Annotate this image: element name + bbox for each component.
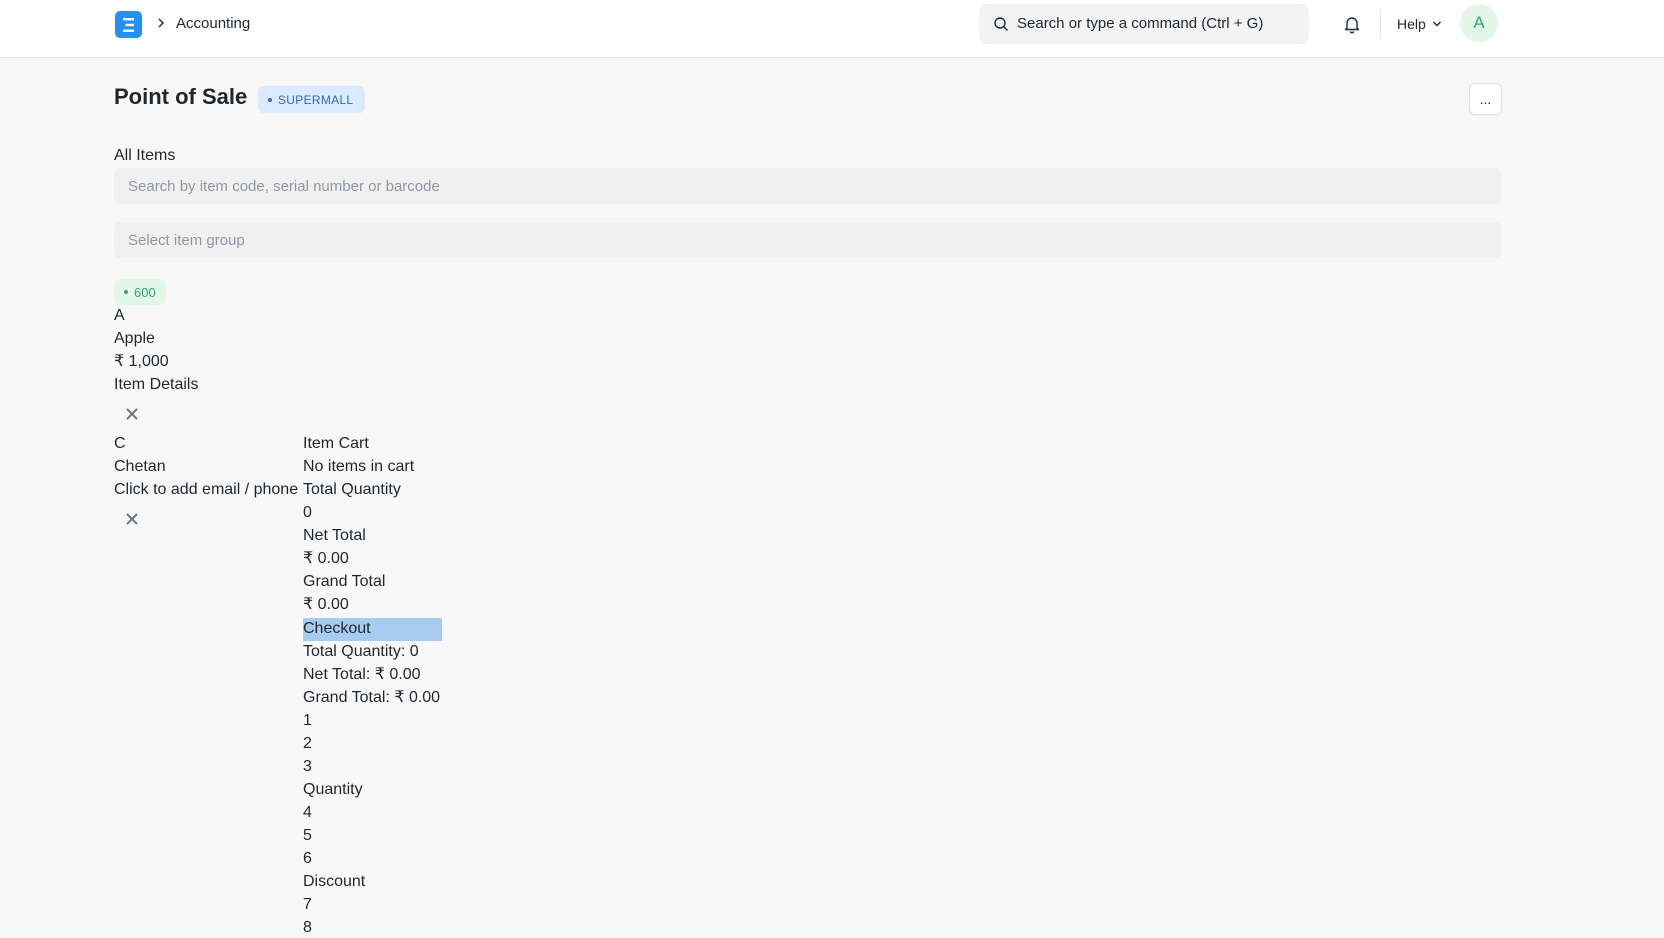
total-quantity-value: 0 bbox=[303, 504, 312, 521]
grand-total-value: ₹ 0.00 bbox=[303, 596, 349, 613]
close-icon[interactable] bbox=[124, 406, 140, 422]
remove-customer-icon[interactable] bbox=[124, 511, 140, 527]
numpad-key-7[interactable]: 7 bbox=[303, 895, 312, 915]
stock-qty: 600 bbox=[134, 284, 156, 300]
navbar-divider bbox=[1380, 10, 1381, 38]
customer-initial: C bbox=[114, 435, 126, 452]
help-label: Help bbox=[1397, 16, 1426, 32]
items-heading: All Items bbox=[114, 147, 176, 164]
search-placeholder: Search or type a command (Ctrl + G) bbox=[1017, 15, 1264, 32]
stock-badge: 600 bbox=[114, 279, 166, 305]
customer-contact-prompt[interactable]: Click to add email / phone bbox=[114, 480, 298, 500]
item-name: Apple bbox=[114, 330, 155, 347]
customer-name[interactable]: Chetan bbox=[114, 457, 166, 477]
pos-profile-badge: SUPERMALL bbox=[258, 86, 366, 113]
summary-net-total: Net Total: ₹ 0.00 bbox=[303, 666, 421, 683]
numpad-key-6[interactable]: 6 bbox=[303, 849, 312, 869]
user-avatar[interactable]: A bbox=[1460, 4, 1498, 42]
awesomebar-search[interactable]: Search or type a command (Ctrl + G) bbox=[979, 4, 1309, 44]
chevron-down-icon bbox=[1432, 21, 1441, 27]
numpad-key-3[interactable]: 3 bbox=[303, 757, 312, 777]
more-actions-button[interactable]: ... bbox=[1469, 83, 1502, 115]
summary-grand-total: Grand Total: ₹ 0.00 bbox=[303, 689, 441, 706]
item-price: ₹ 1,000 bbox=[114, 353, 169, 370]
item-initial: A bbox=[114, 307, 125, 324]
chevron-right-icon bbox=[158, 18, 164, 28]
numpad-key-4[interactable]: 4 bbox=[303, 803, 312, 823]
page-title: Point of Sale bbox=[114, 84, 248, 109]
help-dropdown[interactable]: Help bbox=[1397, 16, 1442, 32]
cart-empty-text: No items in cart bbox=[303, 458, 415, 475]
numpad-key-1[interactable]: 1 bbox=[303, 711, 312, 731]
numpad-key-8[interactable]: 8 bbox=[303, 918, 312, 938]
net-total-label: Net Total bbox=[303, 527, 366, 544]
item-group-select[interactable] bbox=[114, 222, 1501, 258]
stock-dot bbox=[124, 290, 128, 294]
app-logo-icon[interactable] bbox=[115, 11, 142, 38]
net-total-value: ₹ 0.00 bbox=[303, 550, 349, 567]
status-dot bbox=[268, 97, 272, 102]
summary-total-quantity: Total Quantity: 0 bbox=[303, 643, 419, 660]
checkout-button[interactable]: Checkout bbox=[303, 618, 442, 641]
numpad-key-2[interactable]: 2 bbox=[303, 734, 312, 754]
notification-bell-icon[interactable] bbox=[1342, 14, 1362, 34]
numpad-key-5[interactable]: 5 bbox=[303, 826, 312, 846]
pos-profile-label: SUPERMALL bbox=[278, 92, 354, 107]
item-search-input[interactable] bbox=[114, 168, 1501, 204]
navbar: Accounting Search or type a command (Ctr… bbox=[0, 0, 1664, 58]
search-icon bbox=[994, 17, 1008, 31]
grand-total-label: Grand Total bbox=[303, 573, 386, 590]
numpad-discount-button[interactable]: Discount bbox=[303, 872, 365, 892]
breadcrumb-accounting[interactable]: Accounting bbox=[176, 15, 250, 32]
cart-heading: Item Cart bbox=[303, 435, 369, 452]
item-details-heading: Item Details bbox=[114, 376, 199, 393]
numpad-quantity-button[interactable]: Quantity bbox=[303, 780, 363, 800]
total-quantity-label: Total Quantity bbox=[303, 481, 401, 498]
